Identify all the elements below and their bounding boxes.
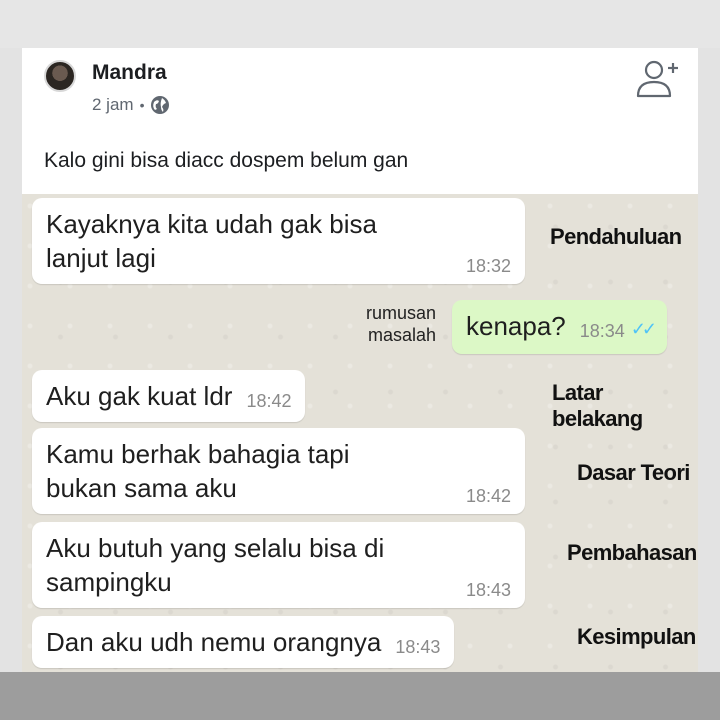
annotation-dasar-teori: Dasar Teori: [577, 460, 690, 485]
chat-message-received: Dan aku udh nemu orangnya 18:43: [32, 616, 455, 668]
globe-icon: [150, 95, 170, 115]
message-time: 18:42: [465, 486, 511, 506]
post-text: Kalo gini bisa diacc dospem belum gan: [44, 149, 409, 172]
message-time: 18:43: [395, 637, 441, 657]
message-text: Dan aku udh nemu orangnya: [46, 627, 382, 657]
message-text: kenapa?: [466, 311, 566, 341]
chat-message-sent: kenapa? 18:34 ✓✓: [452, 300, 667, 354]
annotation-rumusan-line2: masalah: [367, 325, 436, 345]
avatar[interactable]: [44, 60, 76, 92]
top-strip: [0, 0, 720, 48]
message-text: Kayaknya kita udah gak bisa lanjut lagi: [46, 209, 377, 273]
message-time: 18:34: [579, 321, 625, 341]
annotation-kesimpulan: Kesimpulan: [577, 624, 696, 649]
chat-screenshot: Kayaknya kita udah gak bisa lanjut lagi …: [22, 194, 698, 672]
chat-message-received: Aku gak kuat ldr 18:42: [32, 370, 306, 422]
chat-message-received: Aku butuh yang selalu bisa di sampingku …: [32, 522, 525, 608]
message-text: Aku gak kuat ldr: [46, 381, 233, 411]
chat-message-received: Kamu berhak bahagia tapi bukan sama aku …: [32, 428, 525, 514]
message-text: Aku butuh yang selalu bisa di sampingku: [46, 533, 385, 597]
chat-message-received: Kayaknya kita udah gak bisa lanjut lagi …: [32, 198, 525, 284]
annotation-rumusan-line1: rumusan: [365, 303, 436, 323]
post-author[interactable]: Mandra: [92, 61, 167, 85]
annotation-pendahuluan: Pendahuluan: [550, 224, 682, 249]
post-meta: 2 jam •: [92, 95, 170, 115]
read-receipt-icon: ✓✓: [630, 319, 657, 339]
message-text: Kamu berhak bahagia tapi bukan sama aku: [46, 439, 350, 503]
annotation-latar-belakang: Latar belakang: [552, 380, 643, 431]
message-time: 18:32: [465, 256, 511, 276]
annotation-pembahasan: Pembahasan: [567, 540, 697, 565]
add-friend-icon[interactable]: [634, 58, 680, 100]
message-time: 18:42: [246, 391, 292, 411]
meta-separator: •: [139, 97, 145, 113]
annotation-rumusan-masalah: rumusan masalah: [322, 302, 436, 346]
bottom-strip: [0, 672, 720, 720]
post-time[interactable]: 2 jam: [92, 95, 134, 115]
post-card: Mandra 2 jam • Kalo gini bisa diacc dosp…: [22, 48, 698, 195]
message-time: 18:43: [465, 580, 511, 600]
